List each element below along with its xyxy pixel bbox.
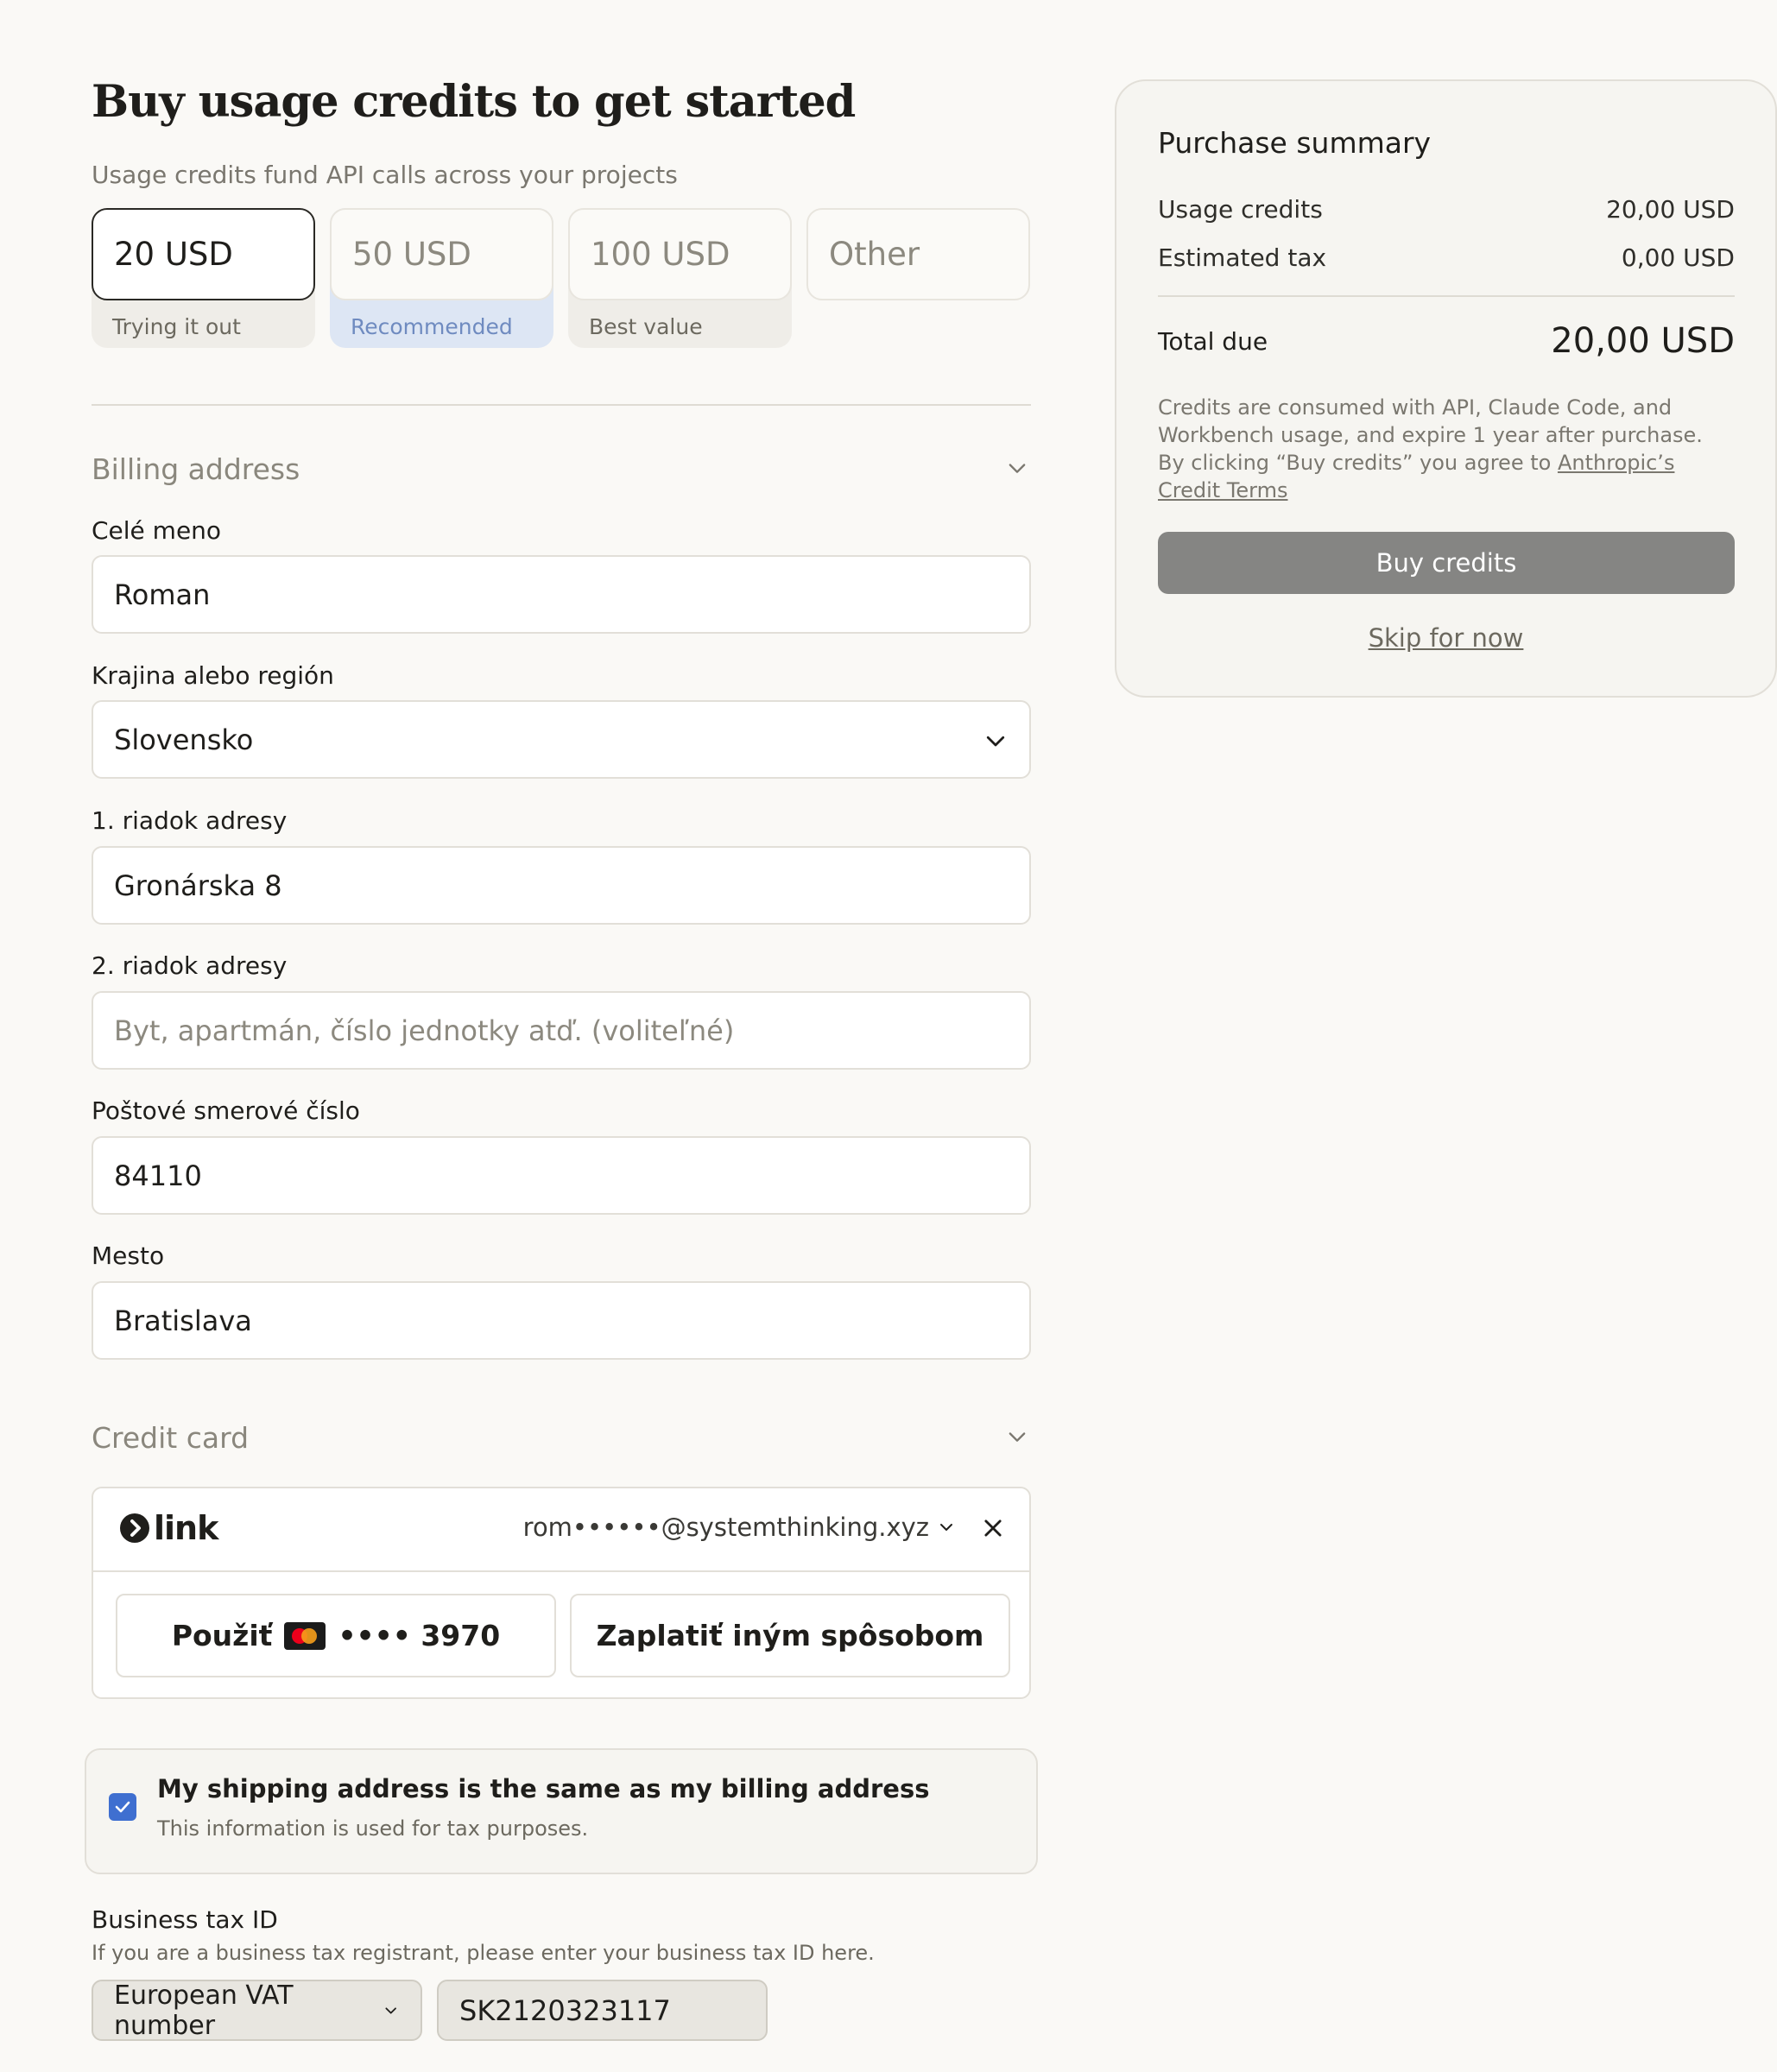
- shipping-same-checkbox[interactable]: [109, 1793, 136, 1821]
- amount-option-tag: Recommended: [351, 314, 513, 339]
- amount-option-label[interactable]: 100 USD: [568, 208, 792, 300]
- estimated-tax-value: 0,00 USD: [1621, 243, 1735, 272]
- estimated-tax-label: Estimated tax: [1158, 243, 1327, 272]
- mastercard-icon: [284, 1621, 326, 1650]
- purchase-summary-card: Purchase summary Usage credits 20,00 USD…: [1115, 79, 1777, 698]
- link-arrow-icon: [120, 1513, 149, 1543]
- checkmark-icon: [115, 1801, 130, 1813]
- amount-option-label[interactable]: Other: [806, 208, 1030, 300]
- usage-credits-row: Usage credits 20,00 USD: [1158, 195, 1735, 224]
- country-select[interactable]: Slovensko: [92, 700, 1031, 779]
- card-last-digits: •••• 3970: [338, 1619, 501, 1652]
- tax-id-type-select[interactable]: European VAT number: [92, 1980, 422, 2041]
- summary-divider: [1158, 295, 1735, 297]
- chevron-down-icon: [986, 736, 1005, 747]
- close-icon[interactable]: [981, 1516, 1005, 1540]
- address1-input[interactable]: Gronárska 8: [92, 846, 1031, 925]
- billing-address-title: Billing address: [92, 452, 300, 486]
- amount-option-tag: Best value: [589, 314, 703, 339]
- full-name-input[interactable]: Roman: [92, 555, 1031, 634]
- use-saved-card-button[interactable]: Použiť •••• 3970: [116, 1594, 556, 1677]
- amount-option-label[interactable]: 50 USD: [330, 208, 553, 300]
- postal-code-label: Poštové smerové číslo: [92, 1096, 360, 1125]
- link-payment-panel: link rom••••••@systemthinking.xyz Použiť…: [92, 1487, 1031, 1699]
- postal-code-input[interactable]: 84110: [92, 1136, 1031, 1215]
- skip-for-now-link[interactable]: Skip for now: [1116, 623, 1775, 653]
- link-logo-text: link: [154, 1509, 218, 1547]
- city-input[interactable]: Bratislava: [92, 1281, 1031, 1360]
- usage-credits-label: Usage credits: [1158, 195, 1323, 224]
- address2-input[interactable]: Byt, apartmán, číslo jednotky atď. (voli…: [92, 991, 1031, 1070]
- address1-label: 1. riadok adresy: [92, 806, 288, 835]
- address2-label: 2. riadok adresy: [92, 951, 288, 980]
- total-due-label: Total due: [1158, 326, 1268, 356]
- business-tax-id-label: Business tax ID: [92, 1905, 278, 1934]
- country-label: Krajina alebo región: [92, 661, 334, 690]
- chevron-down-icon: [385, 2006, 396, 2014]
- city-label: Mesto: [92, 1241, 165, 1270]
- amount-option-label[interactable]: 20 USD: [92, 208, 315, 300]
- usage-credits-value: 20,00 USD: [1606, 195, 1735, 224]
- shipping-same-help: This information is used for tax purpose…: [157, 1816, 589, 1841]
- page-subtitle: Usage credits fund API calls across your…: [92, 161, 678, 189]
- chevron-down-icon[interactable]: [1005, 456, 1029, 480]
- link-account-dropdown[interactable]: rom••••••@systemthinking.xyz: [523, 1513, 957, 1542]
- estimated-tax-row: Estimated tax 0,00 USD: [1158, 243, 1735, 272]
- buy-credits-button[interactable]: Buy credits: [1158, 532, 1735, 594]
- amount-option-20[interactable]: 20 USD Trying it out: [92, 208, 315, 348]
- link-divider: [93, 1570, 1029, 1572]
- country-select-value: Slovensko: [114, 723, 254, 756]
- total-due-row: Total due 20,00 USD: [1158, 321, 1735, 361]
- purchase-summary-title: Purchase summary: [1158, 126, 1432, 160]
- amount-option-tag: Trying it out: [112, 314, 241, 339]
- tax-id-type-value: European VAT number: [114, 1980, 294, 2041]
- credits-terms-note: Credits are consumed with API, Claude Co…: [1158, 394, 1735, 504]
- tax-id-input[interactable]: SK2120323117: [437, 1980, 768, 2041]
- section-divider: [92, 404, 1031, 406]
- shipping-same-box[interactable]: My shipping address is the same as my bi…: [85, 1748, 1038, 1874]
- shipping-same-label: My shipping address is the same as my bi…: [157, 1774, 930, 1804]
- business-tax-id-help: If you are a business tax registrant, pl…: [92, 1941, 875, 1965]
- link-logo: link: [119, 1509, 218, 1547]
- use-card-label: Použiť: [171, 1619, 273, 1652]
- chevron-down-icon[interactable]: [1005, 1424, 1029, 1449]
- link-email: rom••••••@systemthinking.xyz: [522, 1513, 929, 1542]
- amount-option-other[interactable]: Other: [806, 208, 1030, 348]
- full-name-label: Celé meno: [92, 516, 222, 545]
- credit-card-title: Credit card: [92, 1421, 250, 1455]
- chevron-down-icon: [940, 1524, 952, 1531]
- page-title: Buy usage credits to get started: [92, 76, 856, 128]
- total-due-value: 20,00 USD: [1551, 321, 1735, 361]
- amount-option-50[interactable]: 50 USD Recommended: [330, 208, 553, 348]
- amount-option-100[interactable]: 100 USD Best value: [568, 208, 792, 348]
- pay-other-way-button[interactable]: Zaplatiť iným spôsobom: [570, 1594, 1010, 1677]
